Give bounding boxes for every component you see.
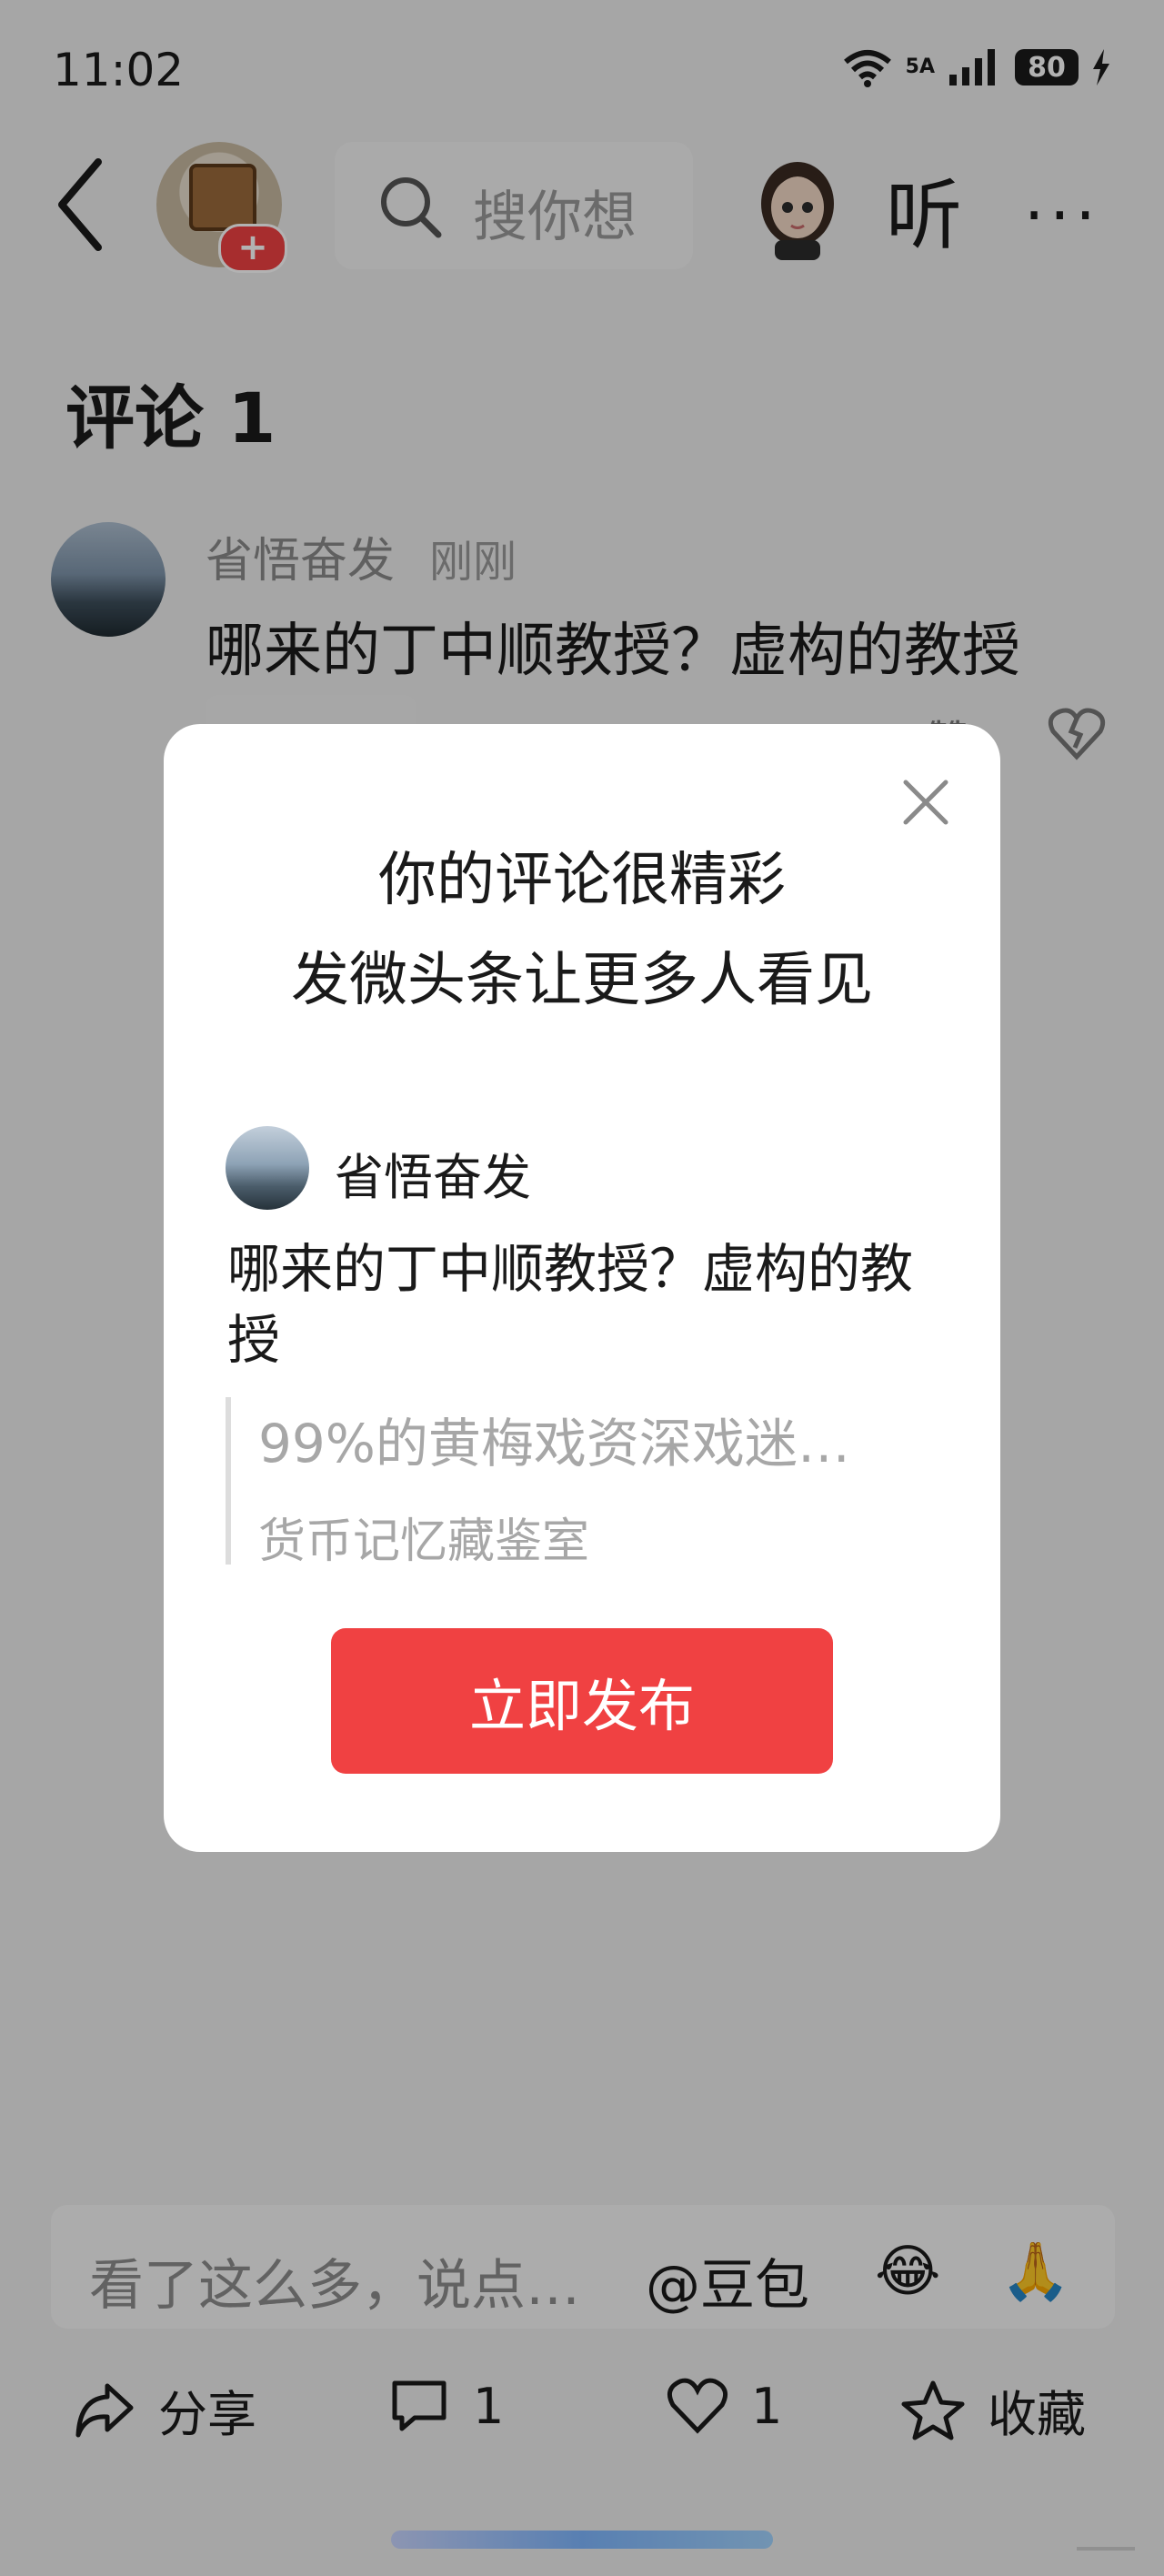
close-icon[interactable] — [897, 773, 955, 831]
modal-comment-text: 哪来的丁中顺教授？虚构的教授 — [227, 1238, 914, 1371]
modal-username: 省悟奋发 — [335, 1149, 531, 1206]
publish-button[interactable]: 立即发布 — [331, 1628, 833, 1774]
quote-bar — [226, 1397, 231, 1565]
quoted-article-title: 99%的黄梅戏资深戏迷… — [258, 1413, 850, 1474]
modal-title-line1: 你的评论很精彩 — [378, 847, 786, 914]
quoted-article-source: 货币记忆藏鉴室 — [258, 1514, 590, 1569]
modal-user-avatar — [226, 1126, 309, 1210]
modal-title-line2: 发微头条让更多人看见 — [291, 947, 873, 1014]
